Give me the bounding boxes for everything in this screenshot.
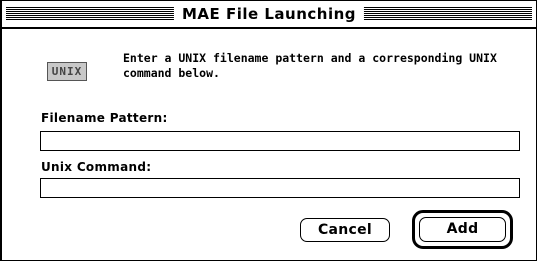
dialog-window: MAE File Launching UNIX Enter a UNIX fil… xyxy=(0,0,537,261)
filename-pattern-label: Filename Pattern: xyxy=(41,111,168,125)
add-button[interactable]: Add xyxy=(419,217,506,242)
title-bar[interactable]: MAE File Launching xyxy=(2,1,536,29)
filename-pattern-input[interactable] xyxy=(40,131,520,151)
window-title: MAE File Launching xyxy=(173,3,365,25)
cancel-button[interactable]: Cancel xyxy=(300,218,390,242)
unix-command-input[interactable] xyxy=(40,178,520,198)
unix-icon: UNIX xyxy=(47,62,87,81)
instruction-message: Enter a UNIX filename pattern and a corr… xyxy=(123,51,497,80)
unix-command-label: Unix Command: xyxy=(41,160,152,174)
